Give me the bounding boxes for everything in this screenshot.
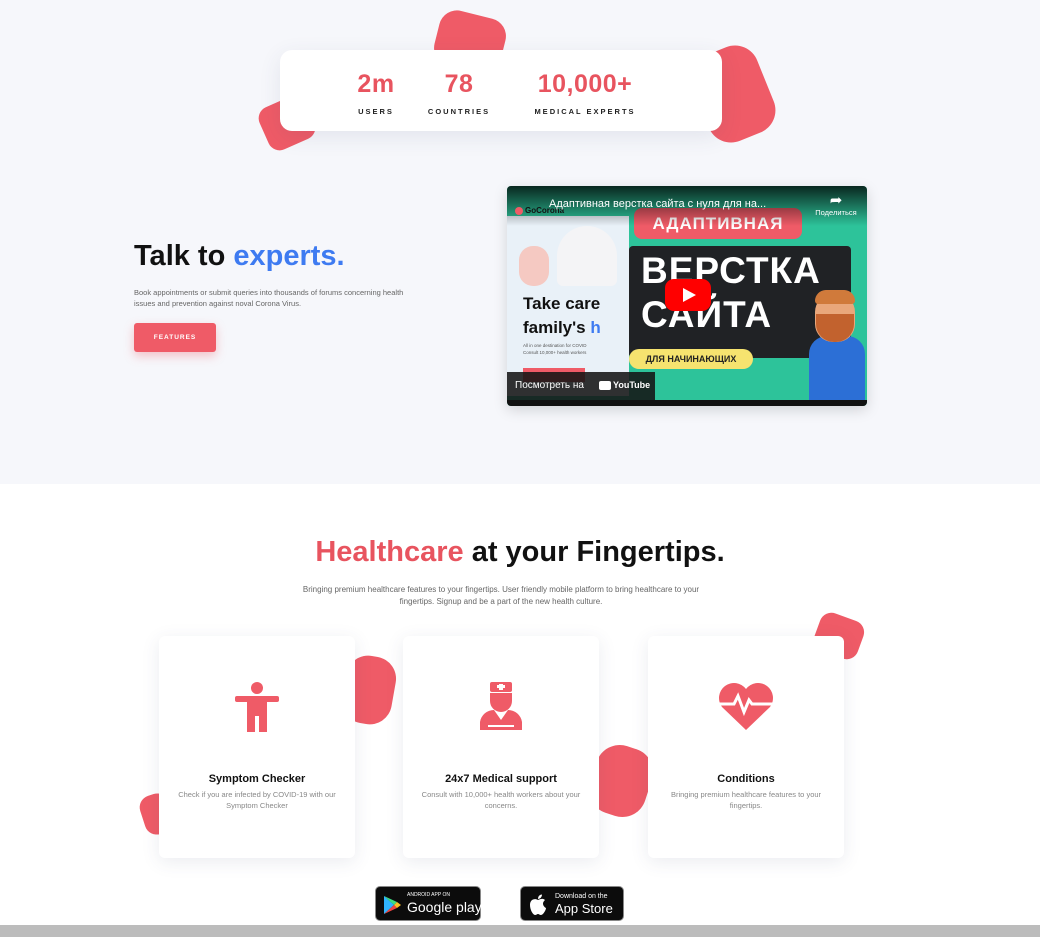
google-play-button[interactable]: ANDROID APP ON Google play <box>375 886 482 921</box>
card-symptom-checker[interactable]: Symptom Checker Check if you are infecte… <box>159 636 355 858</box>
card-description: Bringing premium healthcare features to … <box>670 790 822 810</box>
apple-icon <box>530 894 546 915</box>
card-medical-support[interactable]: 24x7 Medical support Consult with 10,000… <box>403 636 599 858</box>
video-embed[interactable]: Take care family's h All in one destinat… <box>507 186 867 406</box>
video-left-heading: Take care family's h <box>523 292 601 340</box>
section-description: Bringing premium healthcare features to … <box>302 585 700 606</box>
presenter-hair <box>815 290 855 304</box>
hero-title-accent: experts. <box>233 240 345 272</box>
stat-value: 78 <box>444 70 474 98</box>
youtube-label: YouTube <box>613 380 651 390</box>
card-conditions[interactable]: Conditions Bringing premium healthcare f… <box>648 636 844 858</box>
youtube-logo-icon <box>599 381 611 391</box>
google-play-label: Google play <box>407 899 482 915</box>
stat-countries: 78 COUNTRIES <box>426 70 492 116</box>
section-title-rest: at your Fingertips. <box>463 536 725 568</box>
stat-value: 2m <box>357 70 395 98</box>
video-left-small: All in one destination for COVID Consult… <box>523 342 587 356</box>
stats-card: 2m USERS 78 COUNTRIES 10,000+ MEDICAL EX… <box>280 50 722 131</box>
hero-section: 2m USERS 78 COUNTRIES 10,000+ MEDICAL EX… <box>0 0 1040 484</box>
stat-label: USERS <box>358 107 394 116</box>
patient-figure <box>519 246 549 286</box>
channel-logo-icon <box>515 206 523 215</box>
app-store-button[interactable]: Download on the App Store <box>520 886 624 921</box>
stat-users: 2m USERS <box>348 70 404 116</box>
accessibility-person-icon <box>159 680 355 740</box>
share-button[interactable]: ➦ Поделиться <box>813 192 859 217</box>
stat-value: 10,000+ <box>537 70 633 98</box>
stat-medical-experts: 10,000+ MEDICAL EXPERTS <box>530 70 640 116</box>
video-left-heading-2: family's <box>523 318 591 337</box>
video-thumbnail-left: Take care family's h All in one destinat… <box>507 216 629 396</box>
google-play-small: ANDROID APP ON <box>407 892 450 898</box>
card-title: Symptom Checker <box>208 773 306 785</box>
card-description: Consult with 10,000+ health workers abou… <box>421 790 581 810</box>
heart-pulse-icon <box>648 680 844 740</box>
video-left-small-2: Consult 10,000+ health workers <box>523 350 587 355</box>
video-bottom-bar <box>507 400 867 406</box>
video-left-small-1: All in one destination for COVID <box>523 343 587 348</box>
hero-title: Talk to experts. <box>134 240 345 273</box>
google-play-icon <box>384 896 401 914</box>
card-title: Conditions <box>717 773 775 785</box>
app-store-small: Download on the <box>555 893 608 900</box>
share-arrow-icon: ➦ <box>829 192 843 209</box>
watch-on-youtube[interactable]: Посмотреть на YouTube <box>507 372 655 400</box>
stat-label: MEDICAL EXPERTS <box>534 107 636 116</box>
features-button[interactable]: FEATURES <box>134 323 216 352</box>
share-label: Поделиться <box>815 208 857 217</box>
section-title: Healthcare at your Fingertips. <box>0 536 1040 569</box>
watch-label: Посмотреть на <box>515 380 584 391</box>
doctor-figure <box>557 226 617 286</box>
hero-description: Book appointments or submit queries into… <box>134 288 404 308</box>
stat-label: COUNTRIES <box>427 107 491 116</box>
hero-title-plain: Talk to <box>134 240 234 272</box>
youtube-logo: YouTube <box>599 380 651 391</box>
card-title: 24x7 Medical support <box>445 773 557 785</box>
video-left-heading-1: Take care <box>523 294 601 313</box>
video-title[interactable]: Адаптивная верстка сайта с нуля для на..… <box>549 198 766 210</box>
doctor-nurse-icon <box>403 680 599 740</box>
app-store-label: App Store <box>555 901 613 916</box>
section-title-red: Healthcare <box>315 536 464 568</box>
presenter-body <box>809 336 865 401</box>
play-icon[interactable] <box>665 279 711 311</box>
video-badge-bottom: ДЛЯ НАЧИНАЮЩИХ <box>629 349 753 369</box>
card-description: Check if you are infected by COVID-19 wi… <box>178 790 336 810</box>
video-left-heading-2-hl: h <box>590 318 601 337</box>
bottom-scrollbar[interactable] <box>0 925 1040 937</box>
